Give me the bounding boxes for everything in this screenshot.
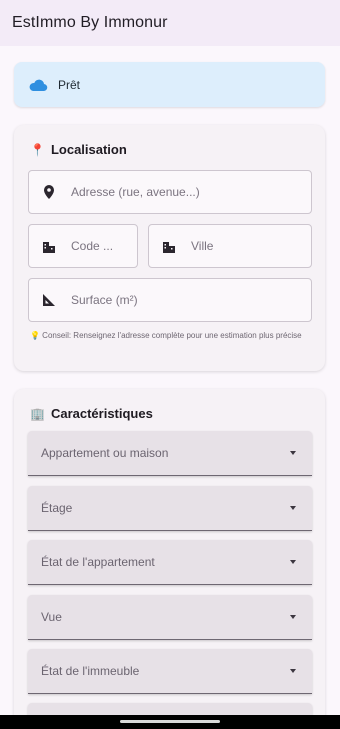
ville-placeholder: Ville	[191, 239, 214, 253]
code-postal-field[interactable]: Code ...	[28, 224, 138, 268]
dropdown-arrow-icon	[290, 451, 296, 455]
localisation-card: 📍 Localisation Adresse (rue, avenue...) …	[14, 125, 325, 371]
building-icon	[43, 242, 55, 253]
localisation-title: Localisation	[50, 142, 127, 157]
location-pin-icon	[44, 185, 54, 199]
pin-icon: 📍	[30, 142, 45, 157]
dropdown-arrow-icon	[290, 560, 296, 564]
address-field[interactable]: Adresse (rue, avenue...)	[28, 170, 312, 214]
select-value: État de l'appartement	[41, 555, 155, 569]
app-bar: EstImmo By Immonur	[0, 0, 340, 46]
city-icon	[163, 242, 175, 253]
select-value: Appartement ou maison	[41, 446, 169, 460]
address-tip: 💡 Conseil: Renseignez l'adresse complète…	[30, 331, 302, 340]
ville-field[interactable]: Ville	[148, 224, 312, 268]
surface-field[interactable]: Surface (m²)	[28, 278, 312, 322]
dropdown-arrow-icon	[290, 615, 296, 619]
dropdown-arrow-icon	[290, 669, 296, 673]
cloud-icon	[29, 79, 48, 91]
vue-select[interactable]: Vue	[28, 595, 312, 640]
address-placeholder: Adresse (rue, avenue...)	[71, 185, 200, 199]
select-value: Étage	[41, 501, 73, 515]
type-bien-select[interactable]: Appartement ou maison	[28, 431, 312, 476]
office-building-icon: 🏢	[30, 406, 45, 421]
caracteristiques-card: 🏢 Caractéristiques Appartement ou maison…	[14, 389, 325, 729]
home-handle[interactable]	[120, 720, 220, 723]
status-text: Prêt	[58, 77, 81, 92]
caracteristiques-title: Caractéristiques	[50, 406, 153, 421]
status-card: Prêt	[14, 62, 325, 107]
code-placeholder: Code ...	[71, 239, 114, 253]
caracteristiques-header: 🏢 Caractéristiques	[30, 406, 153, 421]
system-navigation-bar	[0, 715, 340, 729]
surface-placeholder: Surface (m²)	[71, 293, 138, 307]
select-value: État de l'immeuble	[41, 664, 140, 678]
etage-select[interactable]: Étage	[28, 486, 312, 531]
etat-appartement-select[interactable]: État de l'appartement	[28, 540, 312, 585]
dropdown-arrow-icon	[290, 506, 296, 510]
select-value: Vue	[41, 610, 62, 624]
etat-immeuble-select[interactable]: État de l'immeuble	[28, 649, 312, 694]
localisation-header: 📍 Localisation	[30, 142, 127, 157]
app-title: EstImmo By Immonur	[12, 14, 168, 31]
square-foot-icon	[43, 294, 55, 306]
